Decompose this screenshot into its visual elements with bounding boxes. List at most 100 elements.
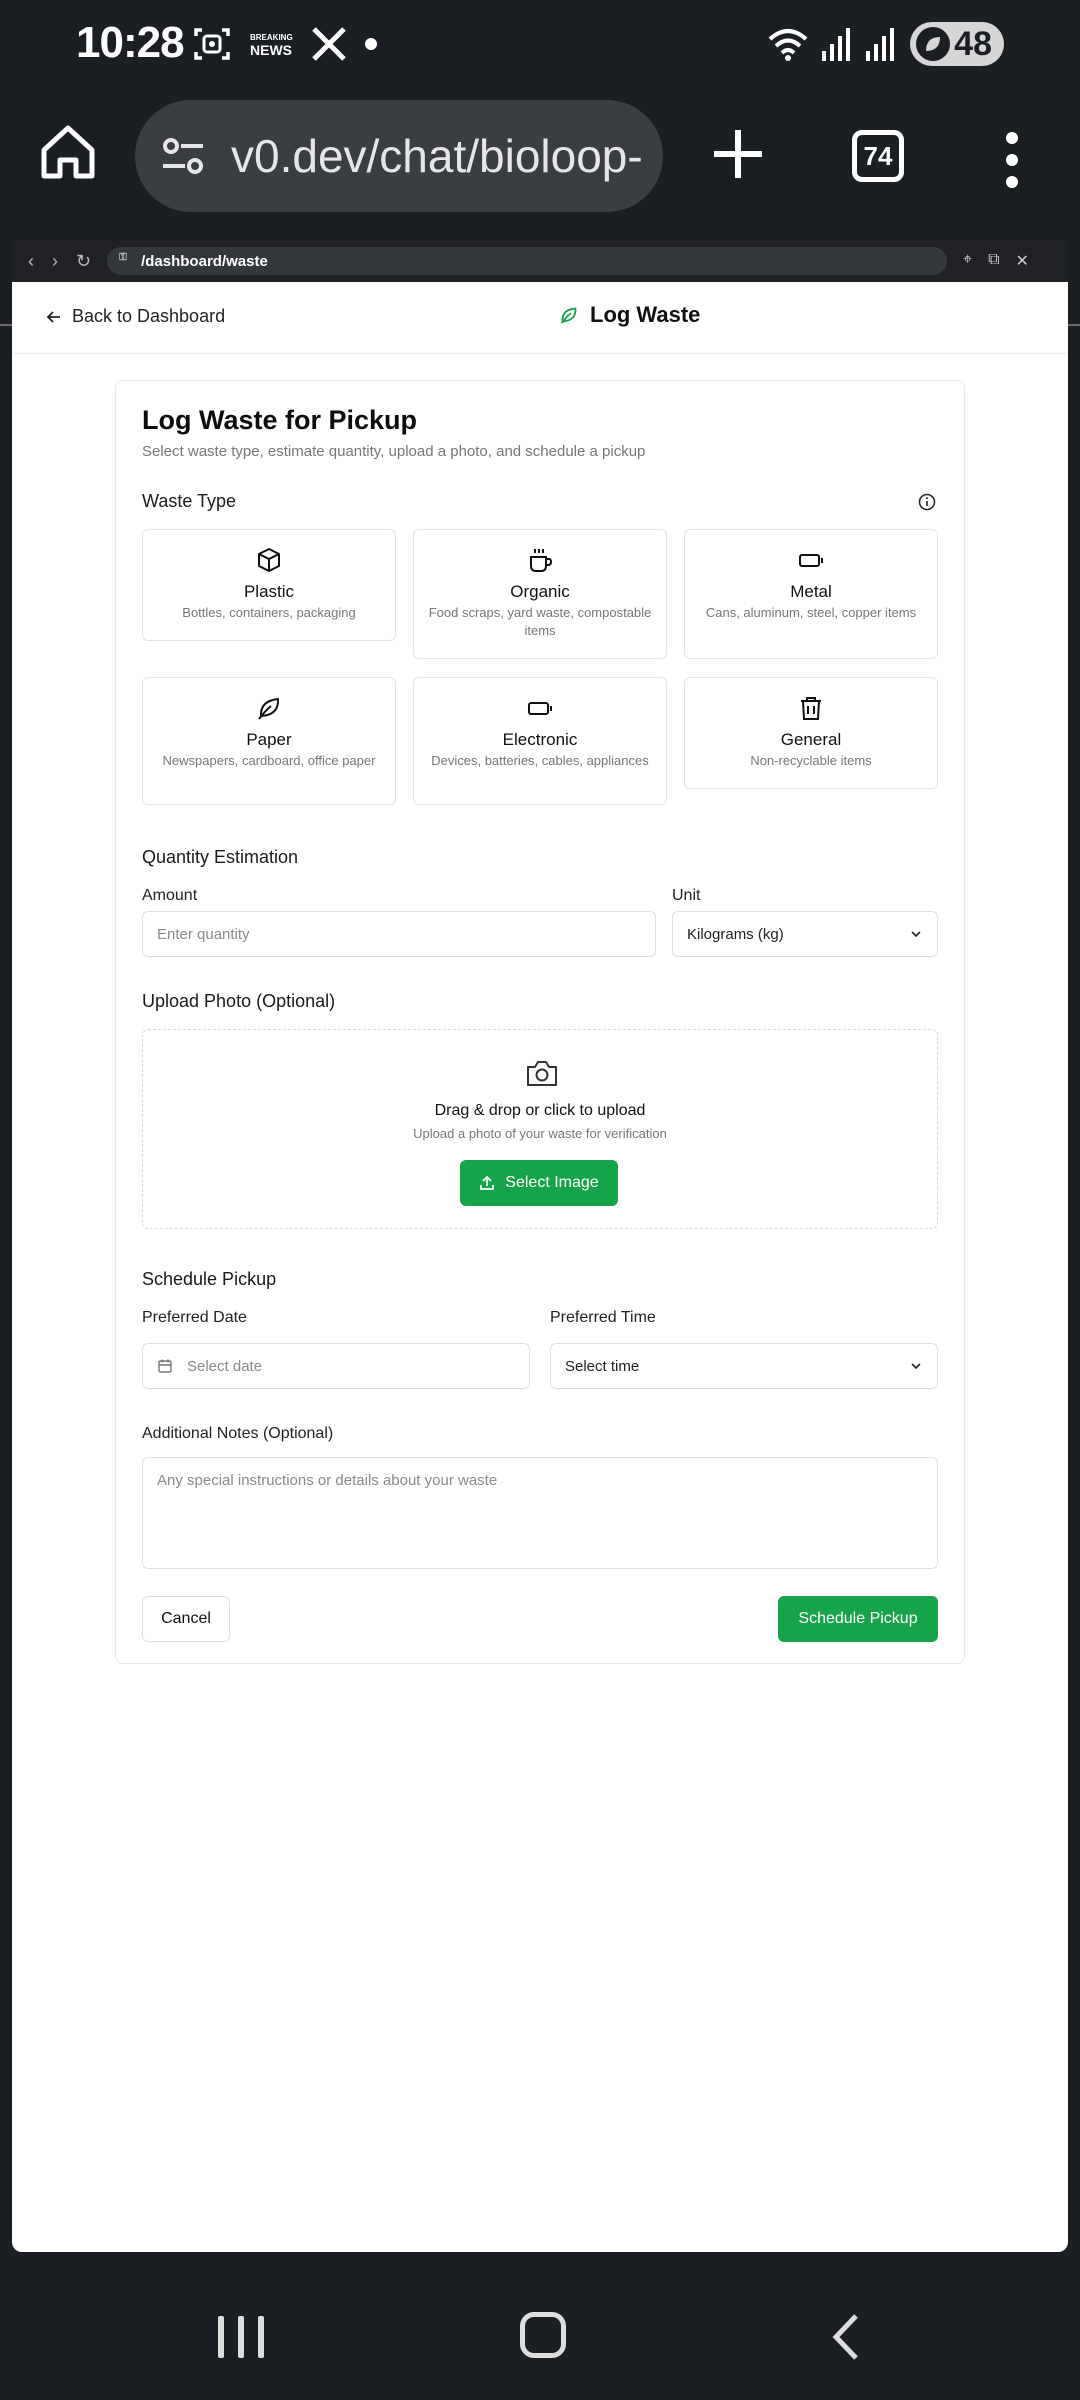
waste-type-name: Organic [510,582,570,601]
schedule-pickup-button[interactable]: Schedule Pickup [778,1596,938,1642]
schedule-section-label: Schedule Pickup [142,1269,277,1289]
news-badge-bottom: NEWS [250,42,292,58]
back-to-dashboard-link[interactable]: Back to Dashboard [46,306,225,327]
app-header: Back to Dashboard Log Waste [12,282,1068,354]
amount-placeholder: Enter quantity [157,925,250,943]
status-time: 10:28 [76,18,185,67]
battery-indicator: 48 [910,22,1004,66]
select-image-label: Select Image [505,1174,599,1191]
trash-icon [801,697,821,720]
waste-type-desc: Newspapers, cardboard, office paper [162,753,376,768]
waste-type-name: Metal [790,582,832,601]
amount-label: Amount [142,887,198,904]
log-waste-form-card: Log Waste for Pickup Select waste type, … [115,380,965,1664]
upload-subtitle: Upload a photo of your waste for verific… [413,1126,667,1141]
header-title-text: Log Waste [590,302,701,327]
waste-type-name: Plastic [243,582,295,601]
date-label: Preferred Date [142,1309,247,1326]
waste-type-organic[interactable]: Organic Food scraps, yard waste, compost… [413,529,667,659]
time-select[interactable]: Select time [550,1343,938,1389]
date-placeholder: Select date [187,1357,263,1375]
arrow-left-icon [46,310,60,323]
new-tab-icon[interactable] [708,124,768,184]
waste-type-plastic[interactable]: Plastic Bottles, containers, packaging [142,529,396,641]
waste-type-paper[interactable]: Paper Newspapers, cardboard, office pape… [142,677,396,805]
preview-lock-icon: ⚿ [119,252,127,263]
signal-icon [822,28,851,61]
upload-icon [480,1175,495,1190]
back-nav-icon[interactable] [826,2312,866,2362]
notification-dot-icon [364,38,377,50]
form-subtitle: Select waste type, estimate quantity, up… [142,443,646,460]
site-settings-icon[interactable] [159,132,207,180]
cup-icon [530,549,553,572]
tab-switcher-button[interactable]: 74 [852,130,904,182]
preview-url-text: /dashboard/waste [141,252,268,270]
quantity-section-label: Quantity Estimation [142,847,299,867]
recents-icon[interactable] [218,2316,264,2358]
upload-title: Drag & drop or click to upload [434,1102,646,1119]
battery-saver-icon [916,27,951,61]
home-icon[interactable] [36,120,100,184]
page-header-title: Log Waste [558,302,700,328]
box-icon [258,548,280,572]
unit-select[interactable]: Kilograms (kg) [672,911,938,957]
x-icon [311,27,346,61]
waste-type-name: Paper [246,730,292,749]
notes-placeholder: Any special instructions or details abou… [157,1472,498,1489]
select-image-button[interactable]: Select Image [460,1160,618,1206]
calendar-icon [158,1359,172,1373]
preview-refresh-icon[interactable]: ↻ [76,251,91,272]
time-label: Preferred Time [550,1309,656,1326]
preview-actions: ⌖ ⧉ ✕ [963,251,1029,271]
waste-type-desc: Cans, aluminum, steel, copper items [705,605,917,620]
browser-toolbar: v0.dev/chat/bioloop- 74 [0,90,1080,326]
camera-icon [527,1061,557,1086]
popout-icon[interactable]: ⧉ [988,251,999,271]
news-icon: BREAKING NEWS [250,32,293,58]
system-icons: 48 [768,22,1004,66]
status-bar: 10:28 BREAKING NEWS 48 [0,0,1080,90]
preview-frame: ‹ › ↻ ⚿ /dashboard/waste ⌖ ⧉ ✕ Back to D… [12,240,1068,2252]
waste-type-desc: Bottles, containers, packaging [182,605,356,620]
cancel-button[interactable]: Cancel [142,1596,230,1642]
url-text: v0.dev/chat/bioloop- [231,130,643,182]
wifi-icon [768,29,808,61]
upload-section-label: Upload Photo (Optional) [142,991,336,1011]
waste-type-desc: Non-recyclable items [750,753,872,768]
waste-type-metal[interactable]: Metal Cans, aluminum, steel, copper item… [684,529,938,659]
waste-type-desc: Devices, batteries, cables, appliances [431,753,649,768]
menu-icon[interactable] [1000,132,1024,188]
leaf-icon [560,307,577,324]
form-title: Log Waste for Pickup [142,405,418,435]
waste-type-name: General [780,730,842,749]
preview-url-bar[interactable]: ⚿ /dashboard/waste [107,247,948,275]
amount-input[interactable]: Enter quantity [142,911,656,957]
battery-icon [528,702,552,715]
waste-type-electronic[interactable]: Electronic Devices, batteries, cables, a… [413,677,667,805]
preview-toolbar: ‹ › ↻ ⚿ /dashboard/waste ⌖ ⧉ ✕ [12,240,1068,282]
notification-icons: BREAKING NEWS [192,24,377,64]
waste-type-label: Waste Type [142,491,237,511]
battery-icon [799,554,823,567]
waste-type-desc: Food scraps, yard waste, compostable ite… [428,605,652,638]
unit-label: Unit [672,887,701,904]
waste-type-general[interactable]: General Non-recyclable items [684,677,938,789]
info-icon[interactable] [918,493,936,511]
chevron-down-icon [911,931,921,938]
back-label: Back to Dashboard [72,306,226,326]
unit-value: Kilograms (kg) [687,925,784,943]
chevron-down-icon [911,1363,921,1370]
upload-dropzone[interactable]: Drag & drop or click to upload Upload a … [142,1029,938,1229]
time-placeholder: Select time [565,1357,640,1375]
preview-forward-icon[interactable]: › [52,251,58,272]
notes-textarea[interactable]: Any special instructions or details abou… [142,1457,938,1569]
address-bar[interactable]: v0.dev/chat/bioloop- [135,100,663,212]
close-preview-icon[interactable]: ✕ [1016,251,1029,271]
date-picker[interactable]: Select date [142,1343,530,1389]
leaf-icon [258,697,280,720]
waste-type-name: Electronic [502,730,578,749]
inspect-icon[interactable]: ⌖ [963,251,972,271]
home-nav-icon[interactable] [520,2312,566,2358]
preview-back-icon[interactable]: ‹ [28,251,34,272]
